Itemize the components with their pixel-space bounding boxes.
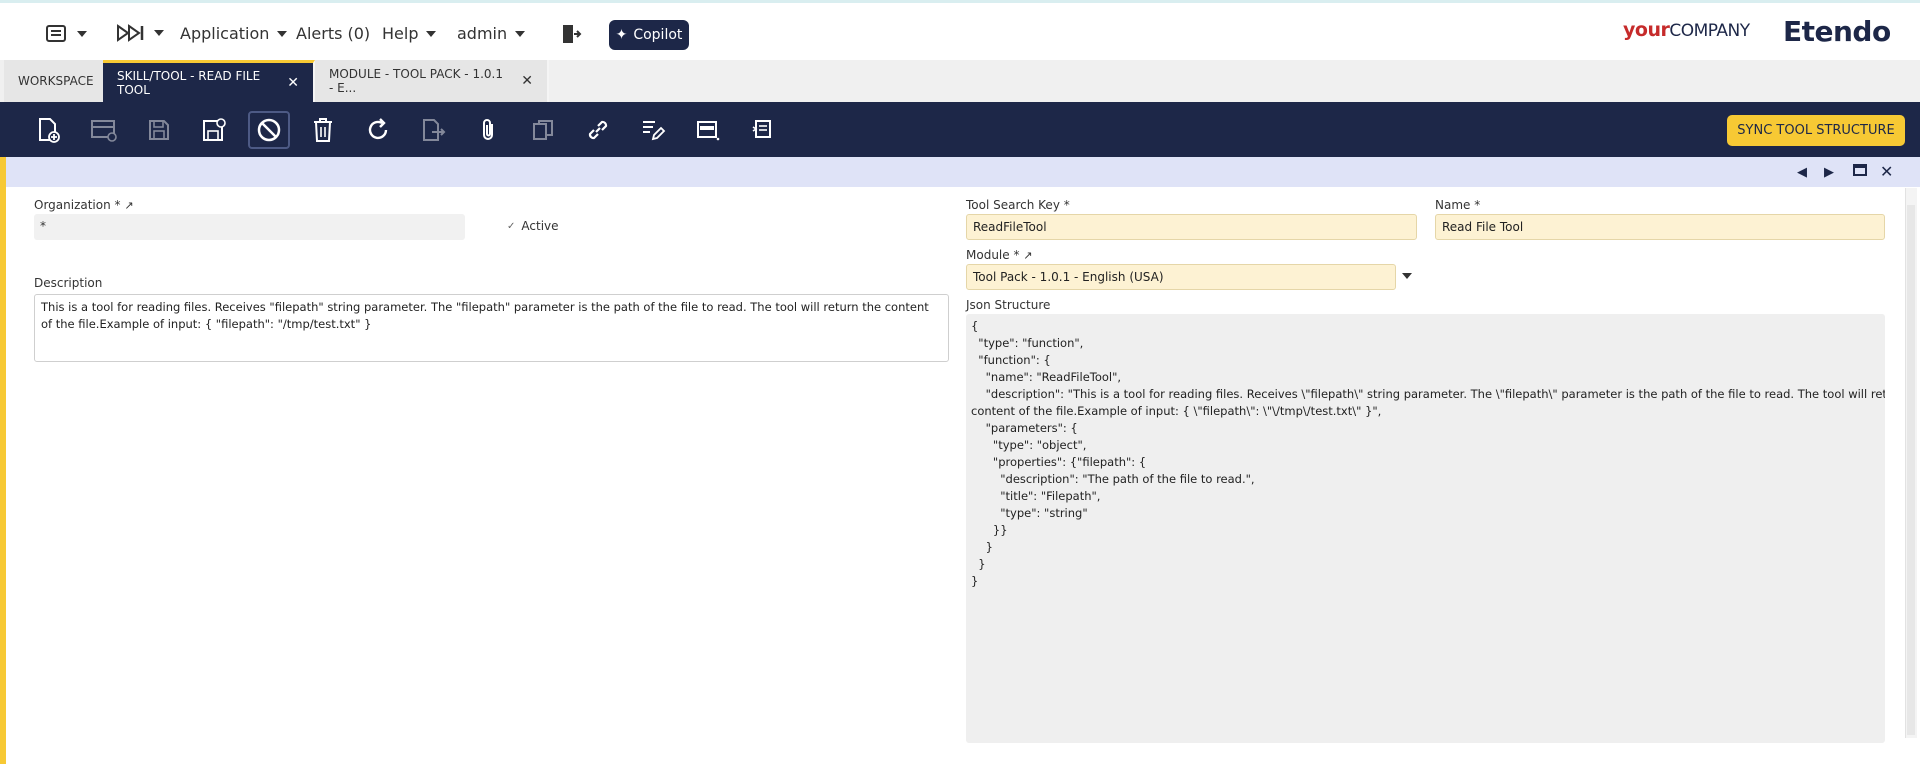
refresh-button[interactable] [359,111,397,149]
menu-button[interactable] [45,23,87,45]
description-label: Description [34,276,103,290]
refresh-icon [368,118,388,140]
name-input[interactable]: Read File Tool [1435,214,1885,240]
copilot-label: Copilot [633,27,683,43]
window-tab-bar: WORKSPACE SKILL/TOOL - READ FILE TOOL ✕ … [0,60,1920,102]
new-row-icon [91,120,117,142]
module-label-text: Module * [966,248,1020,262]
form-status-bar [0,157,1920,187]
user-menu-label: admin [457,24,508,43]
export-icon [423,119,446,141]
cancel-circle-icon [257,118,281,142]
chevron-down-icon [515,30,526,37]
link-button[interactable] [579,111,617,149]
export-button[interactable] [414,111,452,149]
company-logo: yourCOMPANY [1623,19,1750,41]
user-menu[interactable]: admin [457,24,526,43]
sync-tool-structure-button[interactable]: SYNC TOOL STRUCTURE [1727,115,1905,146]
chevron-down-icon[interactable] [1402,273,1412,279]
action-toolbar: SYNC TOOL STRUCTURE [0,102,1920,157]
alerts-label: Alerts (0) [296,24,371,43]
trash-icon [314,118,332,142]
link-arrow-icon[interactable]: ↗ [1023,249,1032,262]
checkmark-icon: ✓ [507,220,516,232]
help-menu-label: Help [382,24,419,43]
copilot-button[interactable]: ✦ Copilot [609,20,689,50]
etendo-logo: Etendo [1783,15,1891,48]
new-record-button[interactable] [29,111,67,149]
link-icon [588,120,608,140]
sync-button-label: SYNC TOOL STRUCTURE [1737,123,1895,138]
save-button[interactable] [140,111,178,149]
close-tab-icon[interactable]: ✕ [287,75,299,91]
scrollbar-thumb[interactable] [1907,205,1915,735]
tool-search-key-input[interactable]: ReadFileTool [966,214,1417,240]
fast-forward-icon [117,24,144,42]
copy-icon [533,120,553,140]
active-checkbox[interactable]: ✓ Active [507,219,559,233]
organization-label: Organization * ↗ [34,198,134,212]
chevron-down-icon [154,30,164,36]
close-tab-icon[interactable]: ✕ [521,73,533,89]
name-label: Name * [1435,198,1481,212]
paperclip-icon [483,119,493,140]
logo-company-text: COMPANY [1669,21,1750,41]
view-toggle-button[interactable] [689,111,727,149]
tool-search-key-label: Tool Search Key * [966,198,1070,212]
copy-record-button[interactable] [524,111,562,149]
edit-list-icon [643,121,666,141]
next-record-icon[interactable]: ▶ [1824,165,1834,180]
active-label: Active [521,219,559,233]
save-icon [149,120,169,140]
logout-icon [563,25,582,43]
maximize-icon[interactable] [1853,163,1867,181]
new-row-button[interactable] [85,111,123,149]
tab-label: SKILL/TOOL - READ FILE TOOL [117,68,261,97]
top-navigation-bar: Application Alerts (0) Help admin ✦ Copi… [0,0,1920,60]
organization-field[interactable]: * [34,214,465,240]
previous-record-icon[interactable]: ◀ [1797,165,1807,180]
help-menu[interactable]: Help [382,24,437,43]
organization-label-text: Organization * [34,198,121,212]
save-close-icon [203,118,226,141]
sparkle-icon: ✦ [615,27,628,43]
delete-button[interactable] [304,111,342,149]
tab-read-file-tool[interactable]: SKILL/TOOL - READ FILE TOOL ✕ [103,60,315,102]
tab-label: MODULE - TOOL PACK - 1.0.1 - E... [329,67,503,95]
form-view-icon [697,121,720,141]
json-structure-textarea[interactable]: { "type": "function", "function": { "nam… [966,314,1885,743]
application-menu-label: Application [180,24,270,43]
chevron-down-icon [77,31,87,37]
tab-workspace[interactable]: WORKSPACE [4,60,110,102]
json-structure-label: Json Structure [966,298,1051,312]
logout-button[interactable] [560,23,582,45]
application-menu[interactable]: Application [180,24,288,43]
logo-your-text: your [1623,19,1670,41]
process-doc-icon [752,120,771,138]
link-arrow-icon[interactable]: ↗ [124,199,133,212]
alerts-link[interactable]: Alerts (0) [296,24,370,43]
save-close-button[interactable] [195,111,233,149]
menu-list-icon [46,25,66,42]
chevron-down-icon [426,30,437,37]
quick-launch-button[interactable] [116,23,164,43]
audit-trail-button[interactable] [634,111,672,149]
tab-module-tool-pack[interactable]: MODULE - TOOL PACK - 1.0.1 - E... ✕ [315,60,549,102]
process-button[interactable] [744,111,782,149]
close-form-icon[interactable]: ✕ [1880,162,1893,181]
description-textarea[interactable]: This is a tool for reading files. Receiv… [34,294,949,362]
undo-button[interactable] [248,111,290,149]
new-document-icon [39,118,60,143]
module-select[interactable]: Tool Pack - 1.0.1 - English (USA) [966,264,1396,290]
module-label: Module * ↗ [966,248,1033,262]
chevron-down-icon [277,30,288,37]
tab-label: WORKSPACE [18,74,94,88]
attachment-button[interactable] [469,111,507,149]
active-indicator-stripe [0,157,6,764]
